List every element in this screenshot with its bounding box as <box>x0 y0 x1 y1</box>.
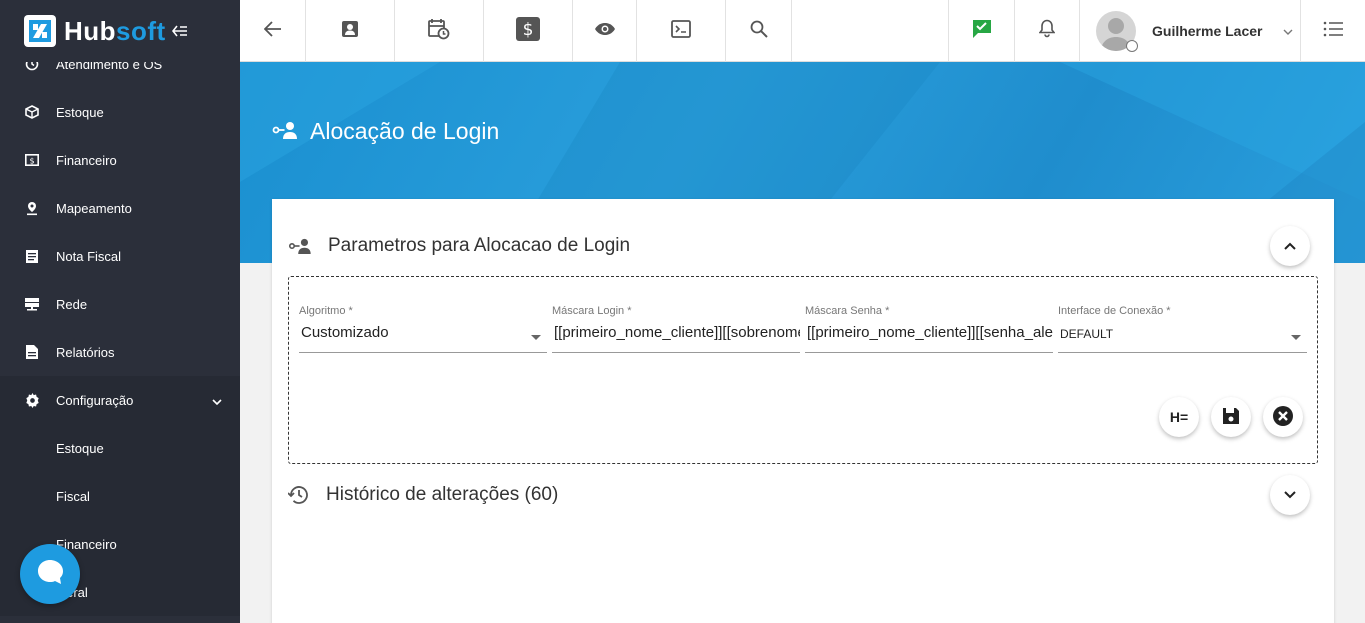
chevron-down-icon <box>1284 486 1296 504</box>
finance-button[interactable]: $ <box>484 0 573 62</box>
sidebar-item-label: Nota Fiscal <box>56 248 122 264</box>
user-name: Guilherme Lacer <box>1152 23 1263 39</box>
sidebar-item-label: Financeiro <box>56 152 117 168</box>
dollar-icon: $ <box>516 16 540 46</box>
field-value: Customizado <box>301 324 389 341</box>
user-menu[interactable]: Guilherme Lacer <box>1080 0 1301 62</box>
sidebar: Atendimento e OS Estoque $ Financeiro Ma… <box>0 0 240 623</box>
algoritmo-select[interactable]: Algoritmo * Customizado <box>299 305 547 353</box>
close-circle-icon <box>1272 405 1294 430</box>
user-key-icon <box>272 118 298 145</box>
terminal-button[interactable] <box>637 0 726 62</box>
history-section-header: Histórico de alterações (60) <box>288 484 558 506</box>
sidebar-subitem-fiscal[interactable]: Fiscal <box>0 472 240 520</box>
field-value: DEFAULT <box>1060 327 1114 341</box>
field-label: Algoritmo * <box>299 305 353 317</box>
save-icon <box>1222 407 1240 428</box>
svg-text:$: $ <box>523 20 534 40</box>
network-icon <box>24 296 40 312</box>
collapse-params-button[interactable] <box>1270 226 1310 266</box>
params-section-header: Parametros para Alocacao de Login <box>288 235 630 257</box>
tasks-button[interactable] <box>949 0 1015 62</box>
page-title: Alocação de Login <box>272 118 499 145</box>
cancel-button[interactable] <box>1263 397 1303 437</box>
page-title-text: Alocação de Login <box>310 118 500 144</box>
sidebar-item-label: Rede <box>56 296 88 312</box>
collapse-menu-icon[interactable] <box>171 21 188 42</box>
sidebar-item-label: Configuração <box>56 392 134 408</box>
field-label: Máscara Login * <box>552 305 632 317</box>
field-value: [[primeiro_nome_cliente]][[sobrenome_cli… <box>554 324 800 341</box>
params-section-title: Parametros para Alocacao de Login <box>328 235 631 256</box>
eye-icon <box>594 22 616 41</box>
search-icon <box>750 20 768 43</box>
contact-button[interactable] <box>306 0 395 62</box>
search-button[interactable] <box>726 0 792 62</box>
status-indicator <box>1126 40 1138 52</box>
terminal-icon <box>671 19 691 43</box>
arrow-left-icon <box>263 20 282 42</box>
history-button-label: H= <box>1169 409 1189 425</box>
mascara-senha-input[interactable]: Máscara Senha * [[primeiro_nome_cliente]… <box>805 305 1053 353</box>
svg-text:$: $ <box>29 157 34 166</box>
mascara-login-input[interactable]: Máscara Login * [[primeiro_nome_cliente]… <box>552 305 800 353</box>
history-icon <box>288 485 310 505</box>
history-button[interactable]: H= <box>1159 397 1199 437</box>
top-bar-spacer <box>792 0 949 61</box>
interface-conexao-select[interactable]: Interface de Conexão * DEFAULT <box>1058 305 1307 353</box>
logo-mark <box>24 15 56 47</box>
document-icon <box>24 248 40 264</box>
field-label: Máscara Senha * <box>805 305 890 317</box>
logo-accent: soft <box>116 15 166 46</box>
schedule-button[interactable] <box>395 0 484 62</box>
dropdown-arrow-icon <box>1291 335 1301 340</box>
menu-list-button[interactable] <box>1301 0 1365 62</box>
sidebar-item-label: Mapeamento <box>56 200 132 216</box>
back-button[interactable] <box>240 0 306 62</box>
sidebar-subitem-estoque[interactable]: Estoque <box>0 424 240 472</box>
dropdown-arrow-icon <box>531 335 541 340</box>
chat-icon <box>35 557 65 592</box>
logo-text: Hubsoft <box>64 16 166 47</box>
sidebar-item-financeiro[interactable]: $ Financeiro <box>0 136 240 184</box>
sidebar-item-estoque[interactable]: Estoque <box>0 88 240 136</box>
history-section-title: Histórico de alterações (60) <box>326 484 559 505</box>
sidebar-nav: Atendimento e OS Estoque $ Financeiro Ma… <box>0 40 240 616</box>
money-icon: $ <box>24 152 40 168</box>
chevron-down-icon <box>1283 22 1293 40</box>
box-icon <box>24 104 40 120</box>
gear-icon <box>24 392 40 408</box>
report-icon <box>24 344 40 360</box>
chevron-up-icon <box>1284 237 1296 255</box>
notifications-button[interactable] <box>1015 0 1080 62</box>
top-bar: $ Guilherme Lacer <box>240 0 1365 62</box>
calendar-clock-icon <box>428 18 450 45</box>
sidebar-item-label: Estoque <box>56 104 104 120</box>
params-form: Algoritmo * Customizado Máscara Login * … <box>288 276 1318 464</box>
sidebar-item-label: Relatórios <box>56 344 115 360</box>
save-button[interactable] <box>1211 397 1251 437</box>
contact-card-icon <box>341 20 359 43</box>
sidebar-item-mapeamento[interactable]: Mapeamento <box>0 184 240 232</box>
field-value: [[primeiro_nome_cliente]][[senha_aleator… <box>807 324 1053 341</box>
logo-main: Hub <box>64 15 117 46</box>
sidebar-item-rede[interactable]: Rede <box>0 280 240 328</box>
view-button[interactable] <box>573 0 637 62</box>
sidebar-item-nota-fiscal[interactable]: Nota Fiscal <box>0 232 240 280</box>
map-pin-icon <box>24 200 40 216</box>
content-card: Parametros para Alocacao de Login Algori… <box>272 199 1334 623</box>
expand-history-button[interactable] <box>1270 475 1310 515</box>
logo-bar: Hubsoft <box>0 0 240 62</box>
field-label: Interface de Conexão * <box>1058 305 1171 317</box>
sidebar-item-configuracao[interactable]: Configuração <box>0 376 240 424</box>
checked-message-icon <box>972 19 992 44</box>
chat-button[interactable] <box>20 544 80 604</box>
user-key-icon <box>288 238 312 254</box>
list-icon <box>1323 21 1343 42</box>
sidebar-item-relatorios[interactable]: Relatórios <box>0 328 240 376</box>
chevron-down-icon <box>212 393 222 408</box>
bell-icon <box>1038 19 1056 43</box>
